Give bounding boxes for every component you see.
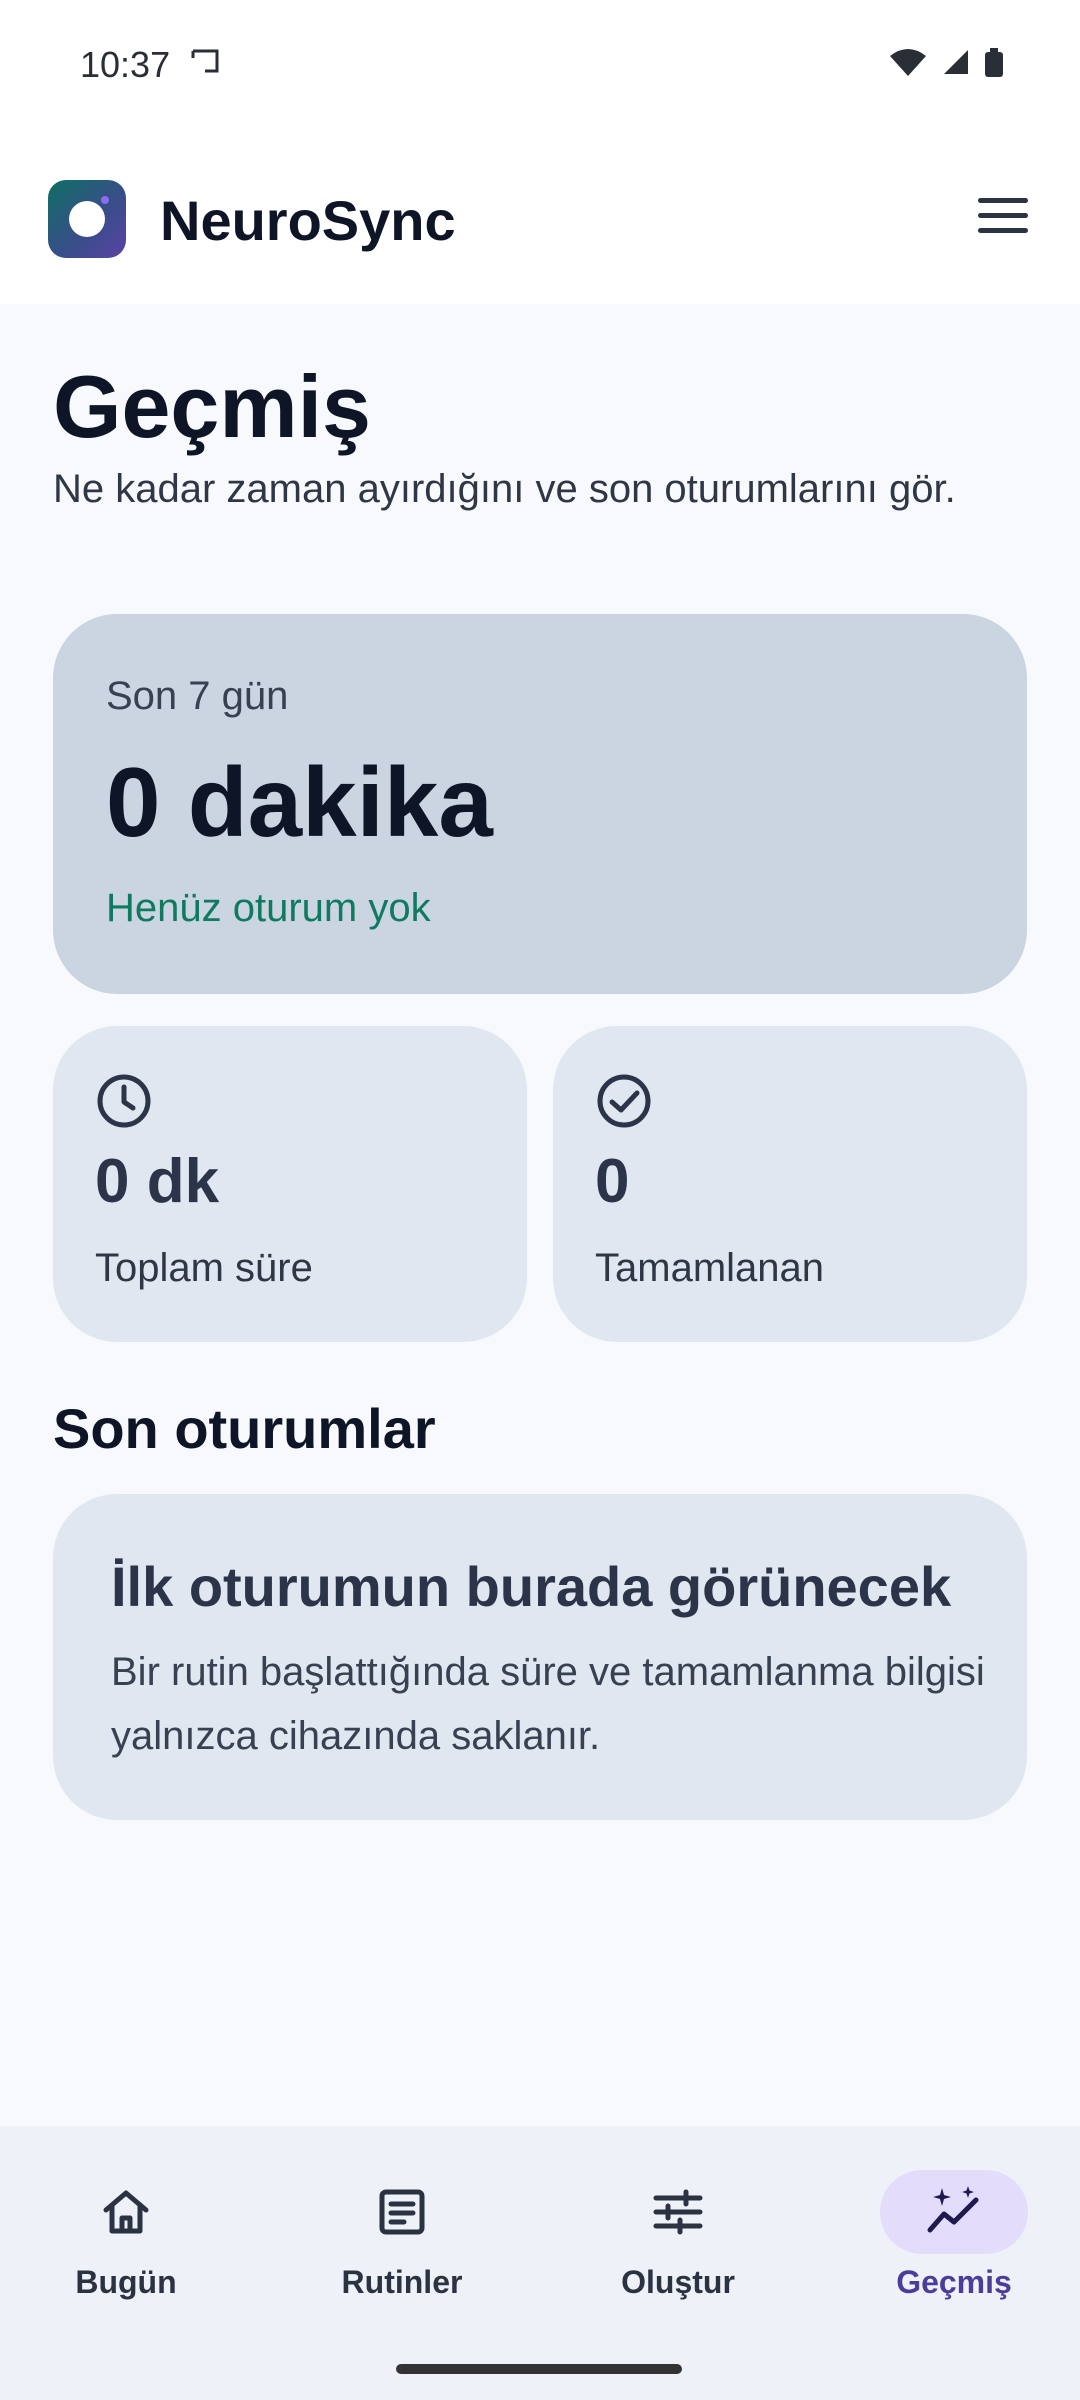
empty-sessions-card: İlk oturumun burada görünecek Bir rutin … [53,1494,1027,1820]
weekly-summary-card: Son 7 gün 0 dakika Henüz oturum yok [53,614,1027,994]
completed-value: 0 [595,1147,630,1216]
weekly-summary-label: Son 7 gün [106,674,289,718]
empty-sessions-title: İlk oturumun burada görünecek [111,1555,952,1618]
total-time-value: 0 dk [95,1147,220,1216]
bottom-navigation: Bugün Rutinler Oluştur Geçmiş [0,2126,1080,2400]
recent-sessions-title: Son oturumlar [53,1397,436,1460]
app-bar: NeuroSync [0,120,1080,304]
nav-item-bugun[interactable]: Bugün [16,2170,236,2330]
weekly-summary-status: Henüz oturum yok [106,886,431,930]
menu-icon [978,198,1034,233]
sliders-icon [653,2189,703,2235]
page-title: Geçmiş [53,357,371,456]
home-indicator[interactable] [396,2364,682,2374]
nav-item-olustur[interactable]: Oluştur [568,2170,788,2330]
wifi-icon [890,49,926,76]
cast-icon [191,49,219,73]
nav-label-rutinler: Rutinler [341,2264,463,2300]
check-circle-icon [597,1074,651,1128]
completed-label: Tamamlanan [595,1246,825,1290]
home-icon [103,2190,149,2234]
weekly-summary-value: 0 dakika [106,747,493,857]
menu-button[interactable] [978,198,1034,242]
sparkle-trend-icon [927,2186,979,2233]
nav-label-olustur: Oluştur [621,2264,735,2300]
page-subtitle: Ne kadar zaman ayırdığını ve son oturuml… [53,467,956,511]
completed-card: 0 Tamamlanan [553,1026,1027,1342]
empty-sessions-text: Bir rutin başlattığında süre ve tamamlan… [111,1650,985,1758]
nav-label-bugun: Bugün [75,2264,177,2300]
app-title: NeuroSync [160,189,456,252]
screen: 10:37 NeuroSync Geçmiş Ne kadar zaman ay… [0,0,1080,2400]
document-icon [379,2189,425,2235]
nav-item-gecmis[interactable]: Geçmiş [844,2170,1064,2330]
nav-label-gecmis: Geçmiş [896,2264,1012,2300]
status-time: 10:37 [80,44,171,85]
nav-item-rutinler[interactable]: Rutinler [292,2170,512,2330]
status-bar: 10:37 [0,0,1080,120]
battery-icon [985,48,1003,77]
clock-icon [97,1074,151,1128]
total-time-label: Toplam süre [95,1246,313,1290]
signal-icon [944,50,968,74]
total-time-card: 0 dk Toplam süre [53,1026,527,1342]
neurosync-logo-icon [48,180,126,258]
